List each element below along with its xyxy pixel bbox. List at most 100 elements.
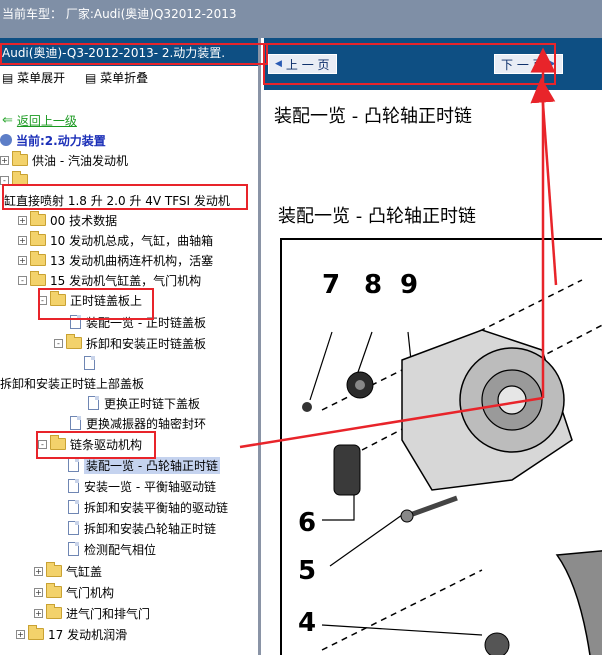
tree-item-label: 装配一览 - 凸轮轴正时链 xyxy=(84,456,220,474)
tree-item-label: 更换正时链下盖板 xyxy=(104,396,201,411)
expand-icon[interactable]: + xyxy=(34,587,43,597)
expand-icon[interactable]: + xyxy=(18,215,27,225)
expand-icon[interactable]: + xyxy=(34,608,43,618)
tree-item-label: 10 发动机总成，气缸，曲轴箱 xyxy=(50,233,214,248)
tree-item[interactable]: + 00 技术数据 xyxy=(18,210,117,230)
tree-panel-header: Audi(奥迪)-Q3-2012-2013- 2.动力装置. xyxy=(0,38,258,66)
callout-4: 4 xyxy=(298,608,317,638)
folder-icon xyxy=(30,251,46,266)
tree-item[interactable]: 缸直接喷射 1.8 升 2.0 升 4V TFSI 发动机 xyxy=(4,190,230,210)
tree-item-label: 缸直接喷射 1.8 升 2.0 升 4V TFSI 发动机 xyxy=(4,193,230,208)
collapse-icon[interactable]: - xyxy=(38,295,47,305)
folder-icon xyxy=(30,231,46,246)
tree-item-label: 15 发动机气缸盖，气门机构 xyxy=(50,273,202,288)
assembly-diagram: 7 8 9 6 5 4 xyxy=(280,238,602,655)
tree-item[interactable]: + 进气门和排气门 xyxy=(34,603,150,623)
callout-7: 7 xyxy=(322,270,341,300)
tree-item[interactable]: 拆卸和安装正时链上部盖板 xyxy=(0,373,144,393)
document-icon xyxy=(88,396,99,410)
tree-item[interactable]: - 15 发动机气缸盖，气门机构 xyxy=(18,270,201,290)
callout-9: 9 xyxy=(400,270,419,300)
tree-item[interactable]: - xyxy=(0,170,32,190)
folder-icon xyxy=(12,171,28,186)
collapse-icon[interactable]: - xyxy=(0,175,9,185)
tree-item[interactable] xyxy=(84,353,100,373)
tree-item-label: 气缸盖 xyxy=(66,564,103,579)
tree-item-label: 进气门和排气门 xyxy=(66,606,151,621)
tree-item-label: 拆卸和安装正时链上部盖板 xyxy=(0,376,145,391)
tree-item[interactable]: 安装一览 - 平衡轴驱动链 xyxy=(68,476,216,496)
current-label: 当前:2.动力装置 xyxy=(16,133,106,148)
tree-item[interactable]: 更换正时链下盖板 xyxy=(88,393,200,413)
tree-item[interactable]: + 17 发动机润滑 xyxy=(16,624,127,644)
tree-item[interactable]: + 10 发动机总成，气缸，曲轴箱 xyxy=(18,230,213,250)
folder-icon xyxy=(12,151,28,166)
callout-6: 6 xyxy=(298,508,317,538)
tree-item-label: 17 发动机润滑 xyxy=(48,627,128,642)
back-link[interactable]: ⇐ 返回上一级 xyxy=(2,110,77,130)
figure-title: 装配一览 - 凸轮轴正时链 xyxy=(278,206,476,227)
page-title: 装配一览 - 凸轮轴正时链 xyxy=(274,106,472,127)
tree-item[interactable]: - 拆卸和安装正时链盖板 xyxy=(54,333,206,353)
document-icon xyxy=(68,521,79,535)
expand-all-button[interactable]: ▤ 菜单展开 xyxy=(2,71,73,85)
callout-5: 5 xyxy=(298,556,317,586)
collapse-all-label: 菜单折叠 xyxy=(100,71,149,85)
assembly-drawing xyxy=(302,279,602,655)
prev-page-button[interactable]: ◀ 上 一 页 xyxy=(268,54,337,74)
document-icon xyxy=(70,416,81,430)
page-nav-bar: ◀ 上 一 页 下 一 页 ▶ xyxy=(264,38,602,90)
folder-icon xyxy=(50,435,66,450)
collapse-icon[interactable]: - xyxy=(18,275,27,285)
tree-item[interactable]: - 链条驱动机构 xyxy=(38,434,142,454)
tree-item[interactable]: + 供油 - 汽油发动机 xyxy=(0,150,128,170)
arrow-right-icon: ▶ xyxy=(548,59,556,69)
tree-item-label: 装配一览 - 正时链盖板 xyxy=(86,315,206,330)
next-page-label: 下 一 页 xyxy=(501,57,545,72)
document-icon xyxy=(68,458,79,472)
document-icon xyxy=(68,542,79,556)
tree-item-label: 更换减振器的轴密封环 xyxy=(86,416,207,431)
back-link-label: 返回上一级 xyxy=(16,113,77,128)
expand-all-label: 菜单展开 xyxy=(17,71,66,85)
tree-item[interactable]: - 正时链盖板上 xyxy=(38,290,142,310)
folder-icon xyxy=(30,211,46,226)
window-title: 当前车型： 厂家:Audi(奥迪)Q32012-2013 xyxy=(0,0,602,38)
tree-item[interactable]: 更换减振器的轴密封环 xyxy=(70,413,206,433)
tree-panel: Audi(奥迪)-Q3-2012-2013- 2.动力装置. ▤ 菜单展开 ▤ … xyxy=(0,38,261,655)
prev-page-label: 上 一 页 xyxy=(285,57,330,72)
folder-icon xyxy=(46,562,62,577)
callout-8: 8 xyxy=(364,270,383,300)
document-icon xyxy=(68,479,79,493)
expand-icon[interactable]: + xyxy=(18,235,27,245)
globe-icon xyxy=(0,134,12,146)
folder-icon xyxy=(30,271,46,286)
document-icon xyxy=(84,356,95,370)
window-title-text: 当前车型： 厂家:Audi(奥迪)Q32012-2013 xyxy=(2,7,237,21)
tree-item-label: 13 发动机曲柄连杆机构，活塞 xyxy=(50,253,214,268)
expand-icon[interactable]: + xyxy=(0,155,9,165)
tree-item[interactable]: 检测配气相位 xyxy=(68,539,156,559)
tree-item-label: 00 技术数据 xyxy=(50,213,118,228)
tree-item[interactable]: + 13 发动机曲柄连杆机构，活塞 xyxy=(18,250,213,270)
tree-item[interactable]: + 气缸盖 xyxy=(34,561,102,581)
tree-item-label: 检测配气相位 xyxy=(84,542,157,557)
collapse-icon[interactable]: - xyxy=(38,439,47,449)
tree-item-selected[interactable]: 装配一览 - 凸轮轴正时链 xyxy=(68,455,220,475)
tree-item-label: 链条驱动机构 xyxy=(70,437,143,452)
expand-icon[interactable]: + xyxy=(18,255,27,265)
tree-item[interactable]: 拆卸和安装平衡轴的驱动链 xyxy=(68,497,228,517)
next-page-button[interactable]: 下 一 页 ▶ xyxy=(494,54,563,74)
collapse-icon[interactable]: - xyxy=(54,338,63,348)
folder-icon xyxy=(46,583,62,598)
content-panel: ◀ 上 一 页 下 一 页 ▶ 装配一览 - 凸轮轴正时链 装配一览 - 凸轮轴… xyxy=(264,38,602,655)
collapse-all-button[interactable]: ▤ 菜单折叠 xyxy=(85,71,156,85)
tree-item-label: 气门机构 xyxy=(66,585,115,600)
tree-item-label: 拆卸和安装正时链盖板 xyxy=(86,336,207,351)
expand-icon[interactable]: + xyxy=(16,629,25,639)
tree-item[interactable]: + 气门机构 xyxy=(34,582,114,602)
expand-icon[interactable]: + xyxy=(34,566,43,576)
tree-item[interactable]: 拆卸和安装凸轮轴正时链 xyxy=(68,518,216,538)
tree-item[interactable]: 装配一览 - 正时链盖板 xyxy=(70,312,206,332)
back-arrow-icon: ⇐ xyxy=(2,112,13,128)
